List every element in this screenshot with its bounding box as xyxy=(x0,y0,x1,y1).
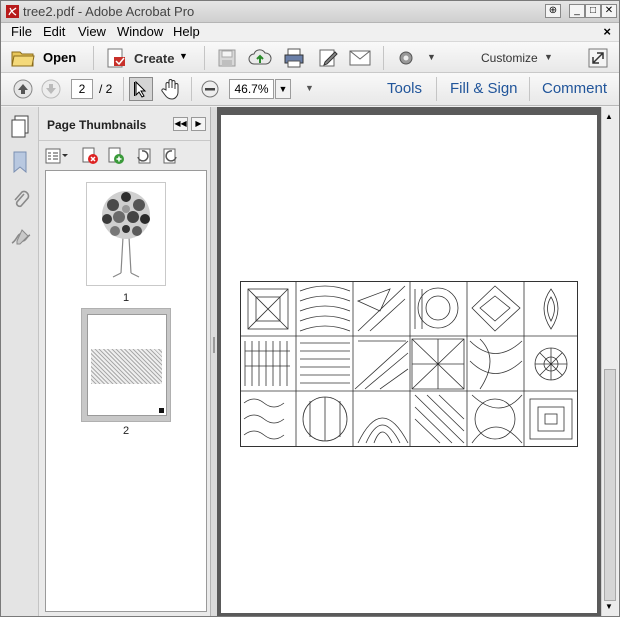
gear-icon[interactable] xyxy=(397,49,415,67)
thumbnail-label-1: 1 xyxy=(122,292,130,304)
hand-tool-icon[interactable] xyxy=(161,78,181,100)
zentangle-miniature xyxy=(91,349,162,384)
create-button[interactable]: Create xyxy=(134,51,174,66)
customize-dropdown-icon[interactable]: ▼ xyxy=(544,52,553,62)
delete-pages-icon[interactable] xyxy=(81,147,99,165)
zoom-level-input[interactable]: 46.7% xyxy=(229,79,274,99)
toolbar-divider xyxy=(383,46,384,70)
next-page-icon[interactable] xyxy=(41,79,61,99)
edit-document-icon[interactable] xyxy=(317,47,339,69)
thumbnails-panel: Page Thumbnails ◀◀ ▶ 1 2 xyxy=(39,107,211,616)
navigation-toolbar: 2 / 2 46.7% ▼ ▼ Tools Fill & Sign Commen… xyxy=(1,73,619,106)
tab-fill-sign[interactable]: Fill & Sign xyxy=(450,80,518,97)
vertical-scrollbar[interactable]: ▲ ▼ xyxy=(601,107,618,616)
collapse-panel-icon[interactable]: ◀◀ xyxy=(173,117,188,131)
maximize-button[interactable]: □ xyxy=(585,4,601,18)
tree-illustration xyxy=(102,191,150,278)
page-thumbnail-2-canvas xyxy=(87,314,167,416)
create-pdf-icon[interactable] xyxy=(105,47,127,69)
rotate-right-icon[interactable] xyxy=(161,147,179,165)
page-corner-marker xyxy=(159,408,164,413)
select-tool-button[interactable] xyxy=(129,77,153,101)
page-count: / 2 xyxy=(99,82,113,96)
gear-dropdown-icon[interactable]: ▼ xyxy=(427,52,436,62)
zoom-dropdown-icon[interactable]: ▼ xyxy=(275,79,291,99)
cursor-arrow-icon xyxy=(134,81,147,98)
menu-help[interactable]: Help xyxy=(173,24,200,39)
menu-edit[interactable]: Edit xyxy=(43,24,65,39)
toolbar-divider xyxy=(191,77,192,101)
previous-page-icon[interactable] xyxy=(13,79,33,99)
zoom-out-icon[interactable] xyxy=(201,80,219,98)
save-icon[interactable] xyxy=(217,48,237,68)
menu-bar: File Edit View Window Help × xyxy=(1,23,619,41)
title-bar[interactable]: tree2.pdf - Adobe Acrobat Pro ⊕ _ □ ✕ xyxy=(1,1,619,23)
toolbar-divider xyxy=(123,77,124,101)
window-title: tree2.pdf - Adobe Acrobat Pro xyxy=(23,4,195,19)
page-number-input[interactable]: 2 xyxy=(71,79,93,99)
panel-header: Page Thumbnails ◀◀ ▶ xyxy=(39,107,210,141)
scrollbar-thumb[interactable] xyxy=(604,369,616,601)
thumbnail-label-2: 2 xyxy=(122,425,130,437)
menu-file[interactable]: File xyxy=(11,24,32,39)
tab-tools[interactable]: Tools xyxy=(387,80,422,97)
panel-toolbar xyxy=(39,142,210,170)
open-button[interactable]: Open xyxy=(43,50,76,65)
toolbar-divider xyxy=(93,46,94,70)
minimize-button[interactable]: _ xyxy=(569,4,585,18)
more-tools-dropdown-icon[interactable]: ▼ xyxy=(305,83,314,93)
acrobat-window: tree2.pdf - Adobe Acrobat Pro ⊕ _ □ ✕ Fi… xyxy=(0,0,620,617)
menu-view[interactable]: View xyxy=(78,24,106,39)
page-thumbnail-1[interactable] xyxy=(86,182,166,286)
page-thumbnail-2-selected[interactable] xyxy=(81,308,171,422)
cloud-upload-icon[interactable] xyxy=(248,47,272,69)
restore-button[interactable]: ⊕ xyxy=(545,4,561,18)
print-icon[interactable] xyxy=(283,47,305,69)
rotate-left-icon[interactable] xyxy=(135,147,153,165)
open-folder-icon[interactable] xyxy=(11,48,35,68)
fullscreen-icon[interactable] xyxy=(588,48,608,68)
document-view xyxy=(217,107,601,616)
acrobat-pdf-icon xyxy=(6,5,19,18)
close-button[interactable]: ✕ xyxy=(601,4,617,18)
toolbar-divider xyxy=(529,77,530,101)
bookmark-icon[interactable] xyxy=(12,151,28,173)
scroll-up-arrow-icon[interactable]: ▲ xyxy=(605,112,613,121)
panel-menu-arrow-icon[interactable]: ▶ xyxy=(191,117,206,131)
zentangle-artwork xyxy=(240,281,578,447)
main-toolbar: Open Create ▼ ▼ Customize ▼ xyxy=(1,41,619,73)
signatures-icon[interactable] xyxy=(10,227,32,247)
splitter-grip xyxy=(213,337,215,353)
navigation-pane-strip xyxy=(1,107,39,616)
toolbar-divider xyxy=(204,46,205,70)
insert-pages-icon[interactable] xyxy=(107,147,125,165)
toolbar-divider xyxy=(436,77,437,101)
customize-button[interactable]: Customize xyxy=(481,51,538,65)
menu-window[interactable]: Window xyxy=(117,24,163,39)
options-menu-icon[interactable] xyxy=(45,148,69,164)
scroll-down-arrow-icon[interactable]: ▼ xyxy=(605,602,613,611)
page-thumbnails-icon[interactable] xyxy=(10,115,30,139)
thumbnail-list: 1 2 xyxy=(45,170,207,612)
tab-comment[interactable]: Comment xyxy=(542,80,607,97)
close-document-button[interactable]: × xyxy=(603,24,611,39)
email-icon[interactable] xyxy=(349,49,371,67)
create-dropdown-icon[interactable]: ▼ xyxy=(179,51,188,61)
panel-title: Page Thumbnails xyxy=(47,118,147,132)
pdf-page xyxy=(221,115,597,613)
attachment-paperclip-icon[interactable] xyxy=(11,189,31,211)
